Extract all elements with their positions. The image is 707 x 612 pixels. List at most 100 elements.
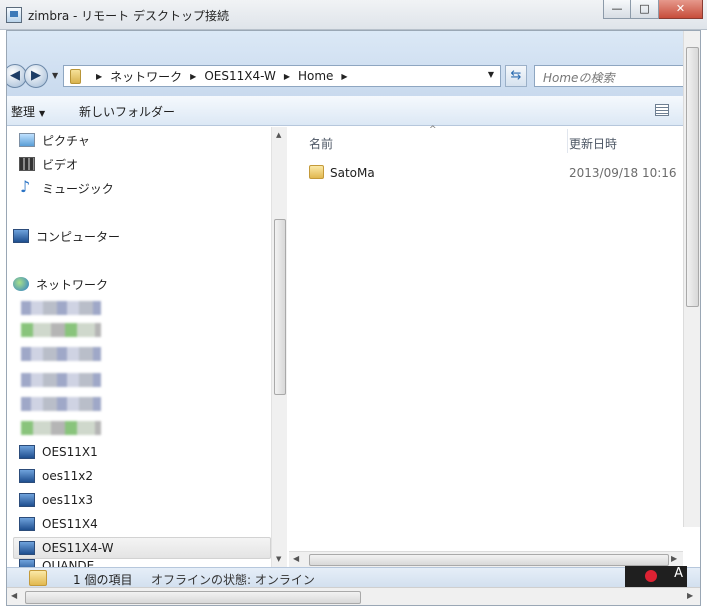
breadcrumb-separator-icon[interactable]: ▶ [96,72,102,81]
new-folder-button[interactable]: 新しいフォルダー [79,103,175,120]
maximize-button[interactable]: □ [631,0,659,19]
blurred-network-item [21,373,101,387]
column-header-modified[interactable]: 更新日時 [569,135,617,152]
scroll-right-icon[interactable]: ▶ [687,591,693,600]
nav-item-music[interactable]: ミュージック [19,177,114,199]
nav-item-label: OES11X4 [42,517,98,531]
computer-icon [19,469,35,483]
refresh-button[interactable]: ⇆ [505,65,527,87]
breadcrumb-network[interactable]: ネットワーク [110,68,182,85]
computer-icon [13,229,29,243]
scroll-left-icon[interactable]: ◀ [11,591,17,600]
folder-icon [29,570,47,586]
recent-pages-dropdown[interactable]: ▼ [52,71,58,80]
file-name: SatoMa [330,166,375,180]
ime-mode-label: A [674,566,683,581]
nav-item-oes11x4[interactable]: OES11X4 [19,513,98,535]
blurred-network-item [21,397,101,411]
breadcrumb-separator-icon[interactable]: ▶ [190,72,196,81]
file-modified-date: 2013/09/18 10:16 [569,166,677,180]
status-bar: 1 個の項目 オフラインの状態: オンライン A [7,566,700,588]
chevron-down-icon: ▼ [39,109,46,118]
folder-icon [70,69,81,84]
scrollbar-thumb[interactable] [25,591,361,604]
computer-icon [19,541,35,555]
content-horizontal-scrollbar[interactable]: ◀ ▶ [289,551,683,567]
scroll-up-icon[interactable]: ▲ [276,131,281,139]
nav-item-label: oes11x3 [42,493,93,507]
change-view-icon[interactable] [655,104,669,116]
nav-item-pictures[interactable]: ピクチャ [19,129,90,151]
breadcrumb-server[interactable]: OES11X4-W [204,69,275,83]
pictures-icon [19,133,35,147]
close-icon: ✕ [675,2,686,15]
remote-desktop-title-bar: zimbra - リモート デスクトップ接続 — □ ✕ [0,0,707,30]
address-dropdown-icon[interactable]: ▼ [488,70,494,79]
breadcrumb: ▶ ネットワーク ▶ OES11X4-W ▶ Home ▶ [88,66,356,86]
breadcrumb-separator-icon[interactable]: ▶ [341,72,347,81]
blurred-network-item [21,421,101,435]
scrollbar-thumb[interactable] [309,554,669,566]
address-bar[interactable]: ▶ ネットワーク ▶ OES11X4-W ▶ Home ▶ ▼ [63,65,501,87]
nav-item-label: OES11X4-W [42,541,114,555]
column-header-name[interactable]: 名前 [309,135,333,152]
nav-item-oes11x4-w[interactable]: OES11X4-W [19,537,113,559]
window-controls: — □ ✕ [603,0,703,19]
item-count: 1 個の項目 [73,573,133,587]
scroll-left-icon[interactable]: ◀ [293,554,299,563]
back-arrow-icon: ◀ [10,68,20,83]
scrollbar-thumb[interactable] [274,219,286,395]
computer-icon [19,493,35,507]
search-input[interactable]: Homeの検索 [534,65,694,87]
remote-desktop-icon [6,7,22,23]
computer-icon [19,517,35,531]
forward-arrow-icon: ▶ [31,68,41,83]
nav-item-oes11x1[interactable]: OES11X1 [19,441,98,463]
nav-item-label: ピクチャ [42,133,90,148]
maximize-icon: □ [639,2,650,15]
window-title: zimbra - リモート デスクトップ接続 [28,9,230,23]
nav-item-video[interactable]: ビデオ [19,153,78,175]
nav-item-network[interactable]: ネットワーク [13,273,108,295]
nav-item-label: OES11X1 [42,445,98,459]
sort-ascending-icon: ^ [429,125,437,135]
organize-label: 整理 [11,105,36,119]
offline-status: オフラインの状態: オンライン [151,573,315,587]
navigation-pane: ピクチャ ビデオ ミュージック コンピューター ネットワーク OES11X1 o… [7,127,287,569]
explorer-chrome: ◀ ▶ ▼ ▶ ネットワーク ▶ OES11X4-W ▶ Home ▶ ▼ ⇆ … [7,31,700,96]
navigation-scrollbar[interactable]: ▲ ▼ [271,127,287,567]
file-row[interactable]: SatoMa 2013/09/18 10:16 [307,163,682,183]
ime-indicator[interactable]: A [625,566,687,588]
folder-icon [309,165,324,179]
nav-item-label: ネットワーク [36,277,109,292]
window-vertical-scrollbar[interactable] [683,31,700,527]
forward-button[interactable]: ▶ [24,64,48,88]
music-icon [19,177,35,196]
content-pane: ^ 名前 更新日時 SatoMa 2013/09/18 10:16 ◀ ▶ [289,125,700,567]
scroll-down-icon[interactable]: ▼ [276,555,281,563]
blurred-network-item [21,323,101,337]
video-icon [19,157,35,171]
close-button[interactable]: ✕ [659,0,703,19]
minimize-icon: — [611,2,623,15]
computer-icon [19,445,35,459]
nav-item-label: oes11x2 [42,469,93,483]
command-bar: 整理 ▼ 新しいフォルダー [7,96,700,126]
blurred-network-item [21,301,101,315]
organize-button[interactable]: 整理 ▼ [11,103,45,120]
nav-item-oes11x3[interactable]: oes11x3 [19,489,93,511]
network-icon [13,277,29,291]
alert-icon [645,570,657,582]
column-divider[interactable] [567,129,568,153]
breadcrumb-home[interactable]: Home [298,69,333,83]
minimize-button[interactable]: — [603,0,631,19]
nav-item-computer[interactable]: コンピューター [13,225,120,247]
scrollbar-thumb[interactable] [686,47,699,307]
nav-item-oes11x2[interactable]: oes11x2 [19,465,93,487]
nav-item-label: コンピューター [36,229,121,244]
explorer-window: ◀ ▶ ▼ ▶ ネットワーク ▶ OES11X4-W ▶ Home ▶ ▼ ⇆ … [6,30,701,606]
scroll-right-icon[interactable]: ▶ [671,554,677,563]
window-horizontal-scrollbar[interactable]: ◀ ▶ [7,587,700,605]
breadcrumb-separator-icon[interactable]: ▶ [284,72,290,81]
navigation-bar: ◀ ▶ ▼ ▶ ネットワーク ▶ OES11X4-W ▶ Home ▶ ▼ ⇆ … [7,61,700,91]
